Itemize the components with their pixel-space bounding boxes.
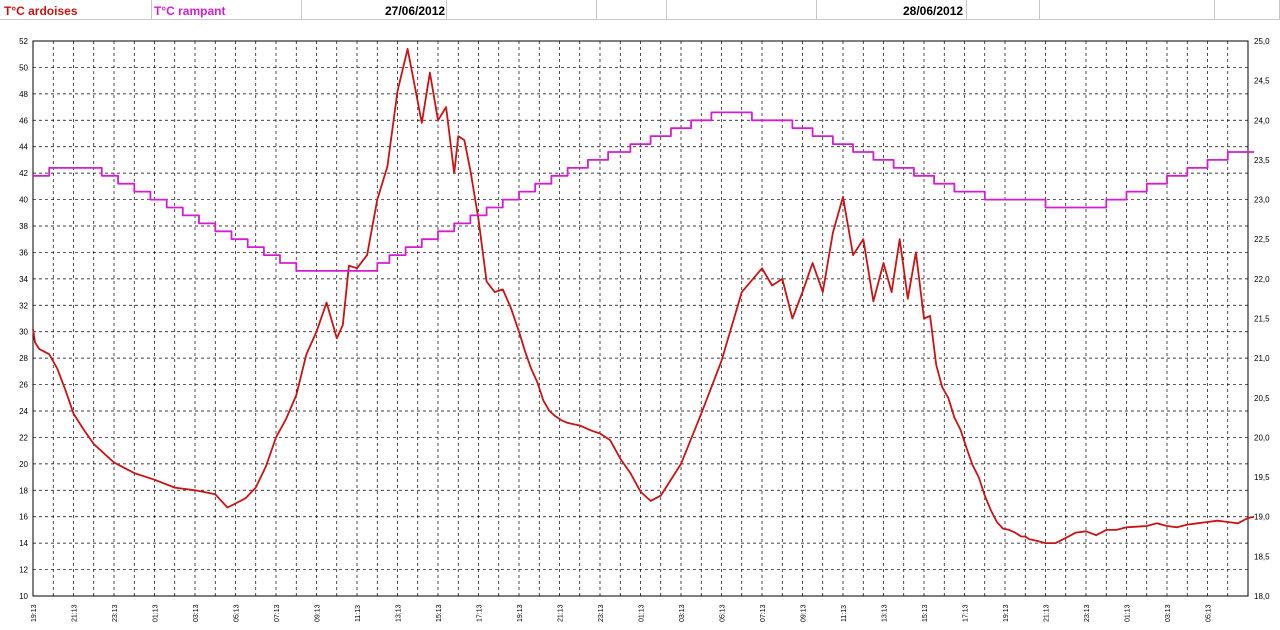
y-left-tick-label: 34 bbox=[19, 275, 28, 284]
chart-grid bbox=[32, 40, 1249, 597]
y-right-tick-label: 24,0 bbox=[1254, 116, 1270, 125]
x-tick-label: 15:13 bbox=[922, 604, 929, 622]
y-axis-right: 18,0 18,5 19,0 19,5 20,0 20,5 21,0 21,5 22,0 22,5… bbox=[1254, 37, 1270, 601]
y-left-tick-label: 46 bbox=[19, 116, 28, 125]
y-left-tick-label: 20 bbox=[19, 460, 28, 469]
series-rampant-line bbox=[33, 111, 1255, 272]
y-right-tick-label: 18,5 bbox=[1254, 552, 1270, 561]
x-tick-label: 23:13 bbox=[598, 604, 605, 622]
y-right-tick-label: 24,5 bbox=[1254, 77, 1270, 86]
x-tick-label: 19:13 bbox=[517, 604, 524, 622]
x-tick-label: 09:13 bbox=[315, 604, 322, 622]
y-left-tick-label: 40 bbox=[19, 196, 28, 205]
x-tick-label: 19:13 bbox=[31, 604, 38, 622]
y-right-tick-label: 21,5 bbox=[1254, 315, 1270, 324]
y-left-tick-label: 38 bbox=[19, 222, 28, 231]
y-left-tick-label: 32 bbox=[19, 301, 28, 310]
x-tick-label: 15:13 bbox=[436, 604, 443, 622]
y-left-tick-label: 14 bbox=[19, 539, 28, 548]
y-left-tick-label: 26 bbox=[19, 381, 28, 390]
y-right-tick-label: 19,0 bbox=[1254, 513, 1270, 522]
x-tick-label: 11:13 bbox=[355, 605, 362, 622]
x-tick-label: 07:13 bbox=[760, 604, 767, 622]
series-lines bbox=[32, 48, 1255, 544]
x-tick-label: 03:13 bbox=[193, 604, 200, 622]
x-tick-label: 05:13 bbox=[720, 604, 727, 622]
x-tick-label: 05:13 bbox=[234, 604, 241, 622]
y-left-tick-label: 22 bbox=[19, 433, 28, 442]
y-right-tick-label: 25,0 bbox=[1254, 37, 1270, 46]
series-ardoises-line bbox=[32, 48, 1255, 544]
y-right-tick-label: 23,5 bbox=[1254, 156, 1270, 165]
y-left-tick-label: 42 bbox=[19, 169, 28, 178]
x-tick-label: 01:13 bbox=[1125, 604, 1132, 622]
x-tick-label: 13:13 bbox=[396, 604, 403, 622]
x-tick-label: 21:13 bbox=[1044, 604, 1051, 622]
y-left-tick-label: 48 bbox=[19, 90, 28, 99]
y-left-tick-label: 28 bbox=[19, 354, 28, 363]
x-tick-label: 23:13 bbox=[112, 604, 119, 622]
x-tick-label: 01:13 bbox=[639, 604, 646, 622]
temperature-chart: 10 12 14 16 18 20 22 24 26 28 30 32 34 36 38 40 42 44 46 48… bbox=[19, 37, 1270, 622]
y-left-tick-label: 50 bbox=[19, 63, 28, 72]
x-tick-label: 05:13 bbox=[1206, 604, 1213, 622]
y-right-tick-label: 19,5 bbox=[1254, 473, 1270, 482]
x-axis: 19:13 21:13 23:13 01:13 03:13 05:13 07:13 09:13… bbox=[31, 604, 1213, 622]
x-tick-label: 17:13 bbox=[963, 604, 970, 622]
y-left-tick-label: 44 bbox=[19, 143, 28, 152]
y-right-tick-label: 20,5 bbox=[1254, 394, 1270, 403]
y-left-tick-label: 12 bbox=[19, 566, 28, 575]
x-tick-label: 03:13 bbox=[679, 604, 686, 622]
y-left-tick-label: 52 bbox=[19, 37, 28, 46]
x-tick-label: 19:13 bbox=[1003, 604, 1010, 622]
x-tick-label: 01:13 bbox=[153, 604, 160, 622]
x-tick-label: 21:13 bbox=[72, 604, 79, 622]
y-right-tick-label: 23,0 bbox=[1254, 196, 1270, 205]
x-tick-label: 13:13 bbox=[882, 604, 889, 622]
y-left-tick-label: 30 bbox=[19, 328, 28, 337]
y-right-tick-label: 21,0 bbox=[1254, 354, 1270, 363]
y-right-tick-label: 18,0 bbox=[1254, 592, 1270, 601]
y-right-tick-label: 20,0 bbox=[1254, 433, 1270, 442]
y-left-tick-label: 36 bbox=[19, 248, 28, 257]
x-tick-label: 21:13 bbox=[558, 604, 565, 622]
x-tick-label: 17:13 bbox=[477, 604, 484, 622]
x-tick-label: 23:13 bbox=[1084, 604, 1091, 622]
y-right-tick-label: 22,5 bbox=[1254, 235, 1270, 244]
y-left-tick-label: 10 bbox=[19, 592, 28, 601]
y-left-tick-label: 18 bbox=[19, 486, 28, 495]
x-tick-label: 03:13 bbox=[1165, 604, 1172, 622]
x-tick-label: 07:13 bbox=[274, 604, 281, 622]
y-left-tick-label: 16 bbox=[19, 513, 28, 522]
y-right-tick-label: 22,0 bbox=[1254, 275, 1270, 284]
x-tick-label: 11:13 bbox=[841, 605, 848, 622]
x-tick-label: 09:13 bbox=[801, 604, 808, 622]
y-axis-left: 10 12 14 16 18 20 22 24 26 28 30 32 34 36 38 40 42 44 46 48… bbox=[19, 37, 28, 601]
y-left-tick-label: 24 bbox=[19, 407, 28, 416]
